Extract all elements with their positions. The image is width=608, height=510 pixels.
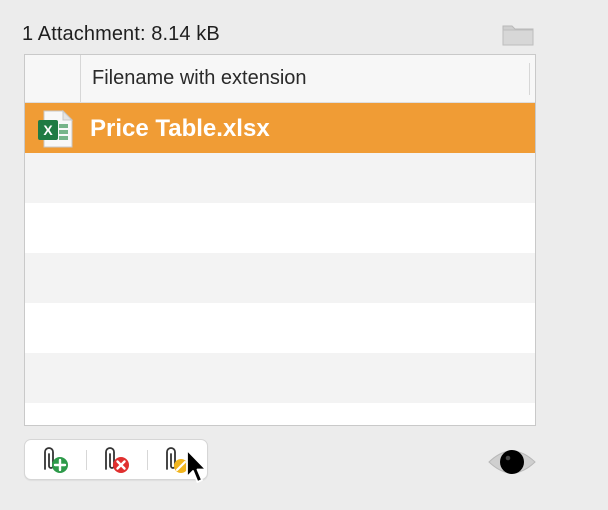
add-attachment-button[interactable] xyxy=(25,440,85,479)
empty-row xyxy=(25,403,535,425)
eye-icon xyxy=(488,450,536,474)
edit-attachment-icon xyxy=(166,447,188,473)
attachment-row[interactable]: X Price Table.xlsx xyxy=(25,103,535,153)
empty-row xyxy=(25,303,535,353)
folder-icon xyxy=(502,25,534,46)
empty-row xyxy=(25,253,535,303)
icon-column-header[interactable] xyxy=(25,55,81,102)
attachments-table: Filename with extension X Price Table.xl… xyxy=(24,54,536,426)
empty-row xyxy=(25,153,535,203)
filename-column-header[interactable]: Filename with extension xyxy=(92,66,307,90)
empty-row xyxy=(25,353,535,403)
attachment-toolbar xyxy=(24,439,208,480)
table-header: Filename with extension xyxy=(25,55,535,103)
quick-look-button[interactable] xyxy=(487,444,537,480)
remove-attachment-button[interactable] xyxy=(86,440,146,479)
excel-file-icon: X xyxy=(38,109,74,148)
column-divider xyxy=(529,63,530,95)
edit-attachment-button[interactable] xyxy=(147,440,207,479)
empty-row xyxy=(25,203,535,253)
attachment-summary: 1 Attachment: 8.14 kB xyxy=(22,23,220,45)
add-attachment-icon xyxy=(44,447,68,473)
attachment-filename[interactable]: Price Table.xlsx xyxy=(90,115,270,143)
open-folder-button[interactable] xyxy=(502,22,534,46)
svg-text:X: X xyxy=(43,122,53,138)
remove-attachment-icon xyxy=(105,447,129,473)
attachment-rows: X Price Table.xlsx xyxy=(25,103,535,425)
